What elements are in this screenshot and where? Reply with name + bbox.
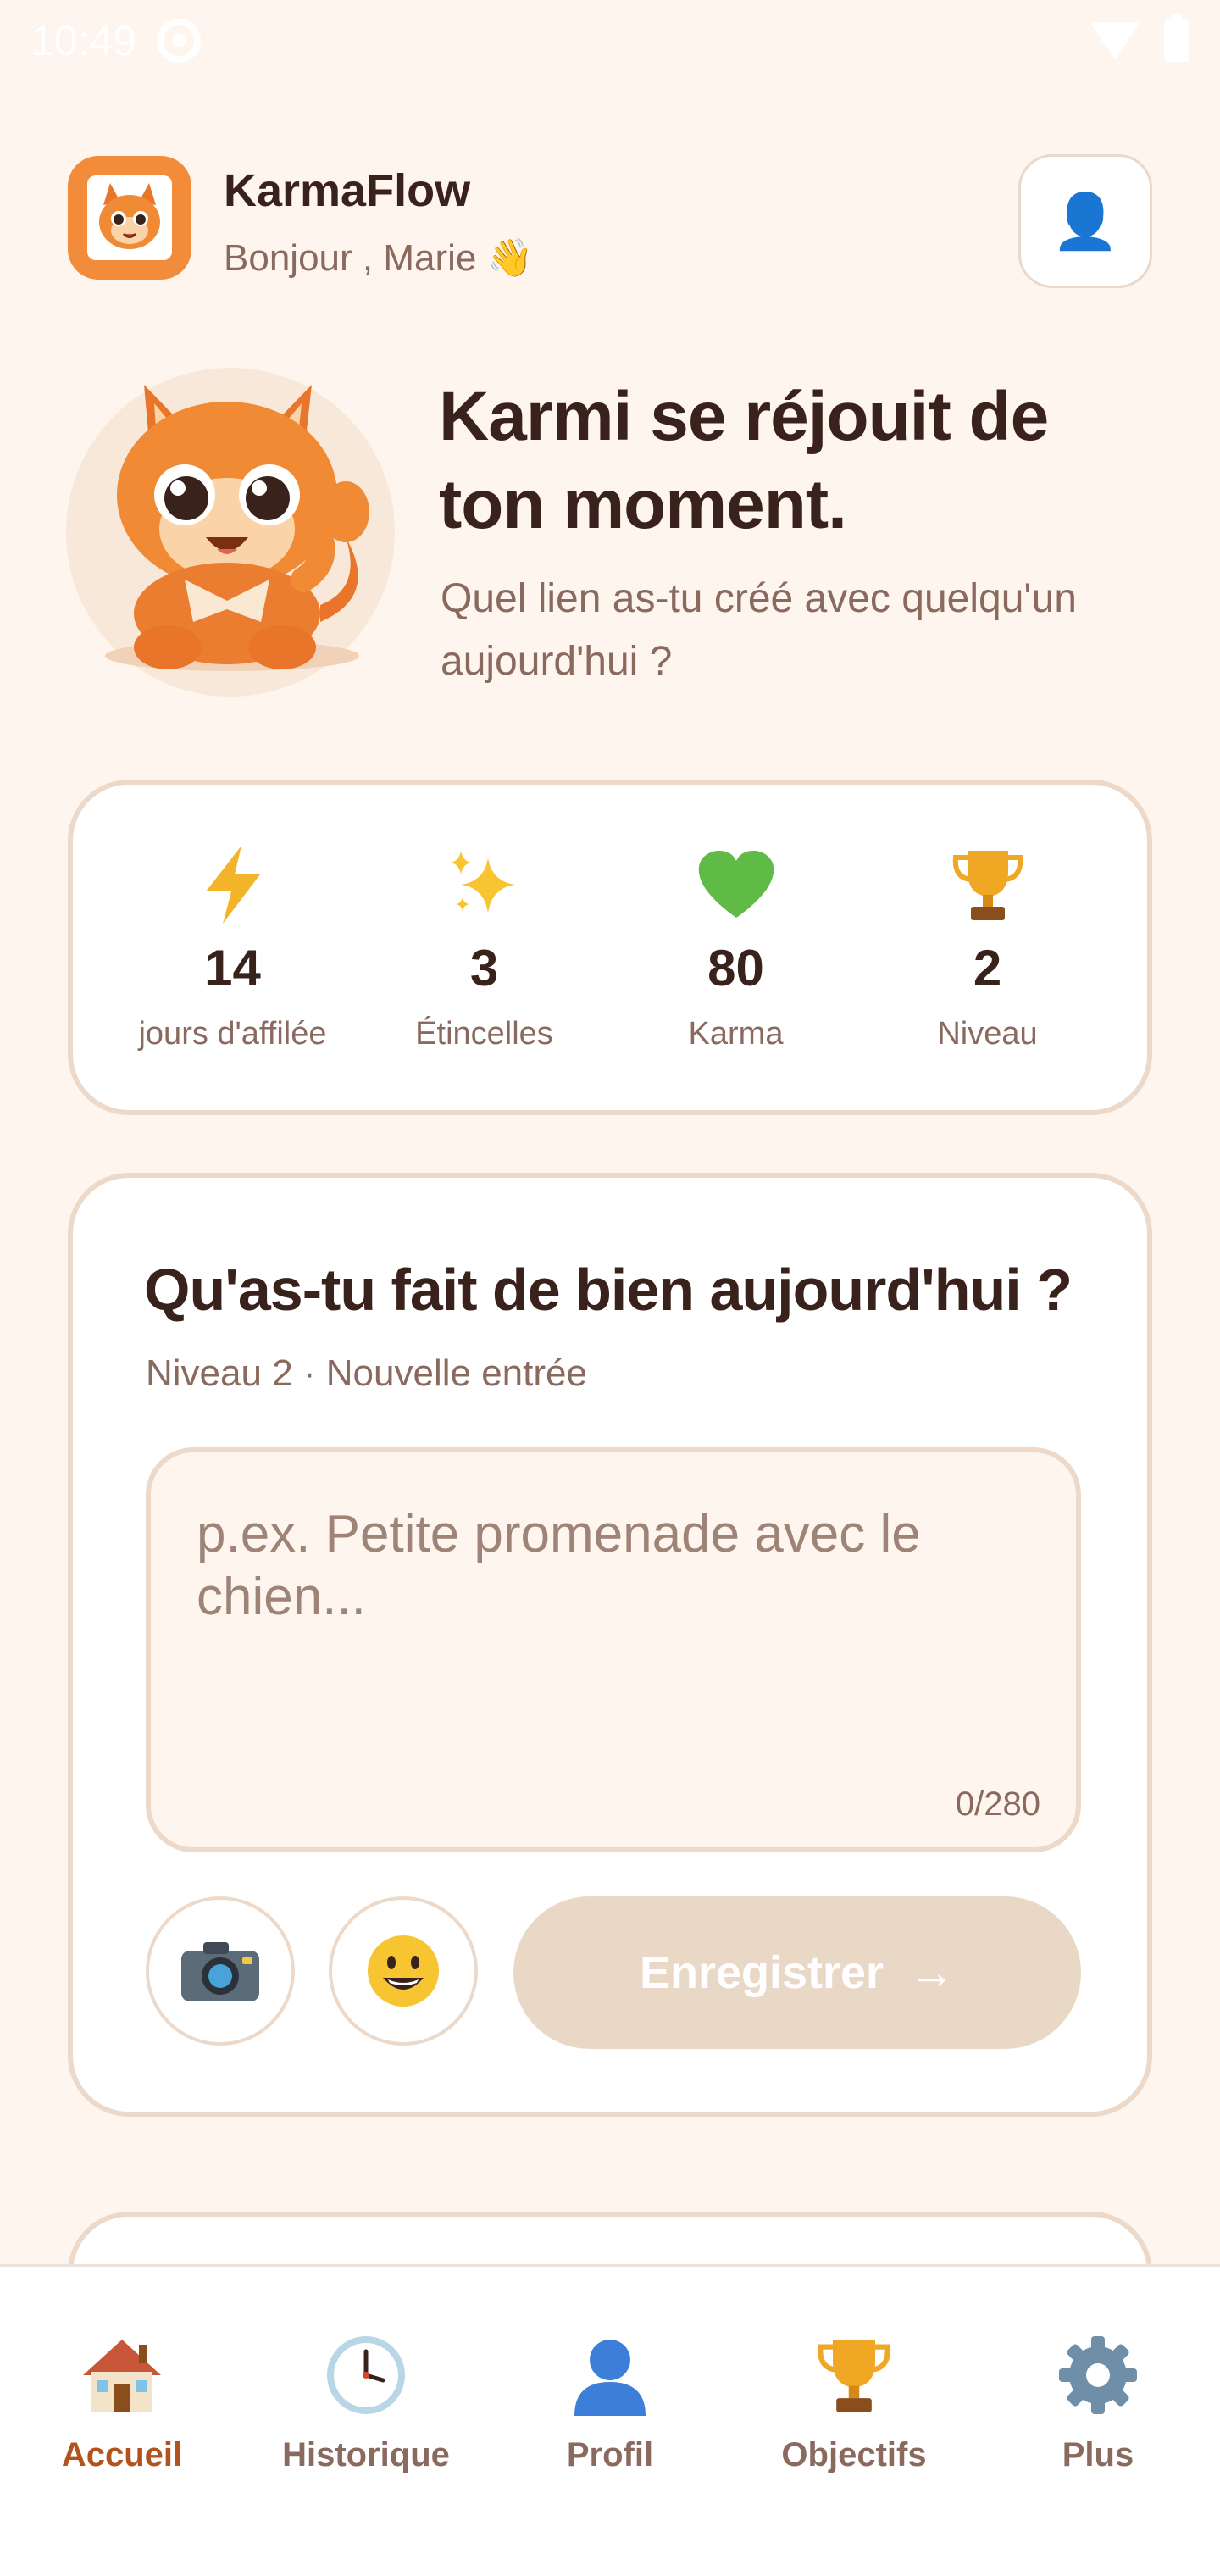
camera-button[interactable] (146, 1896, 295, 2046)
arrow-right-icon: → (909, 1947, 956, 1998)
sparkles-icon (442, 844, 527, 925)
battery-icon (1164, 14, 1190, 62)
user-icon: 👤 (1051, 190, 1119, 252)
status-indicator-icon (157, 19, 202, 63)
nav-label: Accueil (61, 2436, 183, 2473)
greeting-text: Bonjour , Marie 👋 (224, 237, 534, 279)
save-button-label: Enregistrer (639, 1947, 884, 1998)
char-counter: 0/280 (955, 1785, 1040, 1823)
nav-item-accueil[interactable]: Accueil (20, 2331, 224, 2576)
camera-icon (181, 1942, 259, 2001)
app-name: KarmaFlow (224, 165, 471, 216)
nav-label: Historique (282, 2436, 450, 2473)
stat-sparks: 3 Étincelles (363, 844, 607, 1052)
status-left: 10:49 (30, 16, 202, 65)
stat-label: Karma (688, 1016, 784, 1052)
entry-textarea-input[interactable] (197, 1503, 1027, 1757)
nav-item-objectifs[interactable]: Objectifs (752, 2331, 956, 2576)
stat-value: 2 (973, 940, 1002, 997)
nav-item-historique[interactable]: Historique (264, 2331, 468, 2576)
green-heart-icon (694, 844, 779, 925)
karmi-mascot-image (66, 368, 395, 697)
stat-label: Étincelles (415, 1016, 553, 1052)
lightning-icon (191, 844, 275, 925)
nav-label: Plus (1062, 2436, 1134, 2473)
stat-value: 3 (469, 940, 499, 997)
stat-value: 14 (204, 940, 261, 997)
nav-item-plus[interactable]: Plus (996, 2331, 1200, 2576)
stat-level: 2 Niveau (866, 844, 1110, 1052)
stat-label: jours d'affilée (138, 1016, 327, 1052)
entry-text-field[interactable]: 0/280 (146, 1447, 1081, 1852)
save-button[interactable]: Enregistrer → (513, 1896, 1081, 2049)
trophy-icon (807, 2331, 901, 2419)
gear-icon (1051, 2331, 1145, 2419)
hero-subtitle: Quel lien as-tu créé avec quelqu'un aujo… (441, 576, 1077, 684)
stats-card: 14 jours d'affilée 3 Étincelles 80 Karma (68, 780, 1152, 1115)
nav-label: Profil (566, 2436, 654, 2473)
nav-item-profil[interactable]: Profil (508, 2331, 712, 2576)
stat-karma: 80 Karma (614, 844, 858, 1052)
status-bar: 10:49 (0, 0, 1220, 81)
brand-text: KarmaFlow Bonjour , Marie 👋 (224, 164, 533, 280)
entry-title: Qu'as-tu fait de bien aujourd'hui ? (144, 1257, 1073, 1323)
stat-label: Niveau (937, 1016, 1038, 1052)
status-right (1090, 14, 1190, 62)
stat-value: 80 (707, 940, 764, 997)
profile-button[interactable]: 👤 (1018, 154, 1152, 288)
status-time: 10:49 (30, 17, 137, 64)
app-logo (68, 156, 191, 280)
nav-label: Objectifs (781, 2436, 927, 2473)
user-icon (563, 2331, 657, 2419)
bottom-navigation: Accueil Historique Profil Objectifs Plus (0, 2264, 1220, 2576)
app-header: KarmaFlow Bonjour , Marie 👋 👤 (68, 154, 1152, 291)
new-entry-card: Qu'as-tu fait de bien aujourd'hui ? Nive… (68, 1173, 1152, 2117)
mascot-logo-icon (87, 175, 172, 260)
wifi-icon (1090, 22, 1140, 59)
trophy-icon (946, 844, 1030, 925)
entry-meta: Niveau 2 · Nouvelle entrée (146, 1352, 587, 1394)
house-icon (75, 2331, 169, 2419)
clock-icon (319, 2331, 413, 2419)
emoji-button[interactable] (329, 1896, 478, 2046)
stat-streak: 14 jours d'affilée (111, 844, 355, 1052)
smiley-icon (368, 1935, 439, 2007)
hero-title: Karmi se réjouit de ton moment. (439, 378, 1049, 543)
